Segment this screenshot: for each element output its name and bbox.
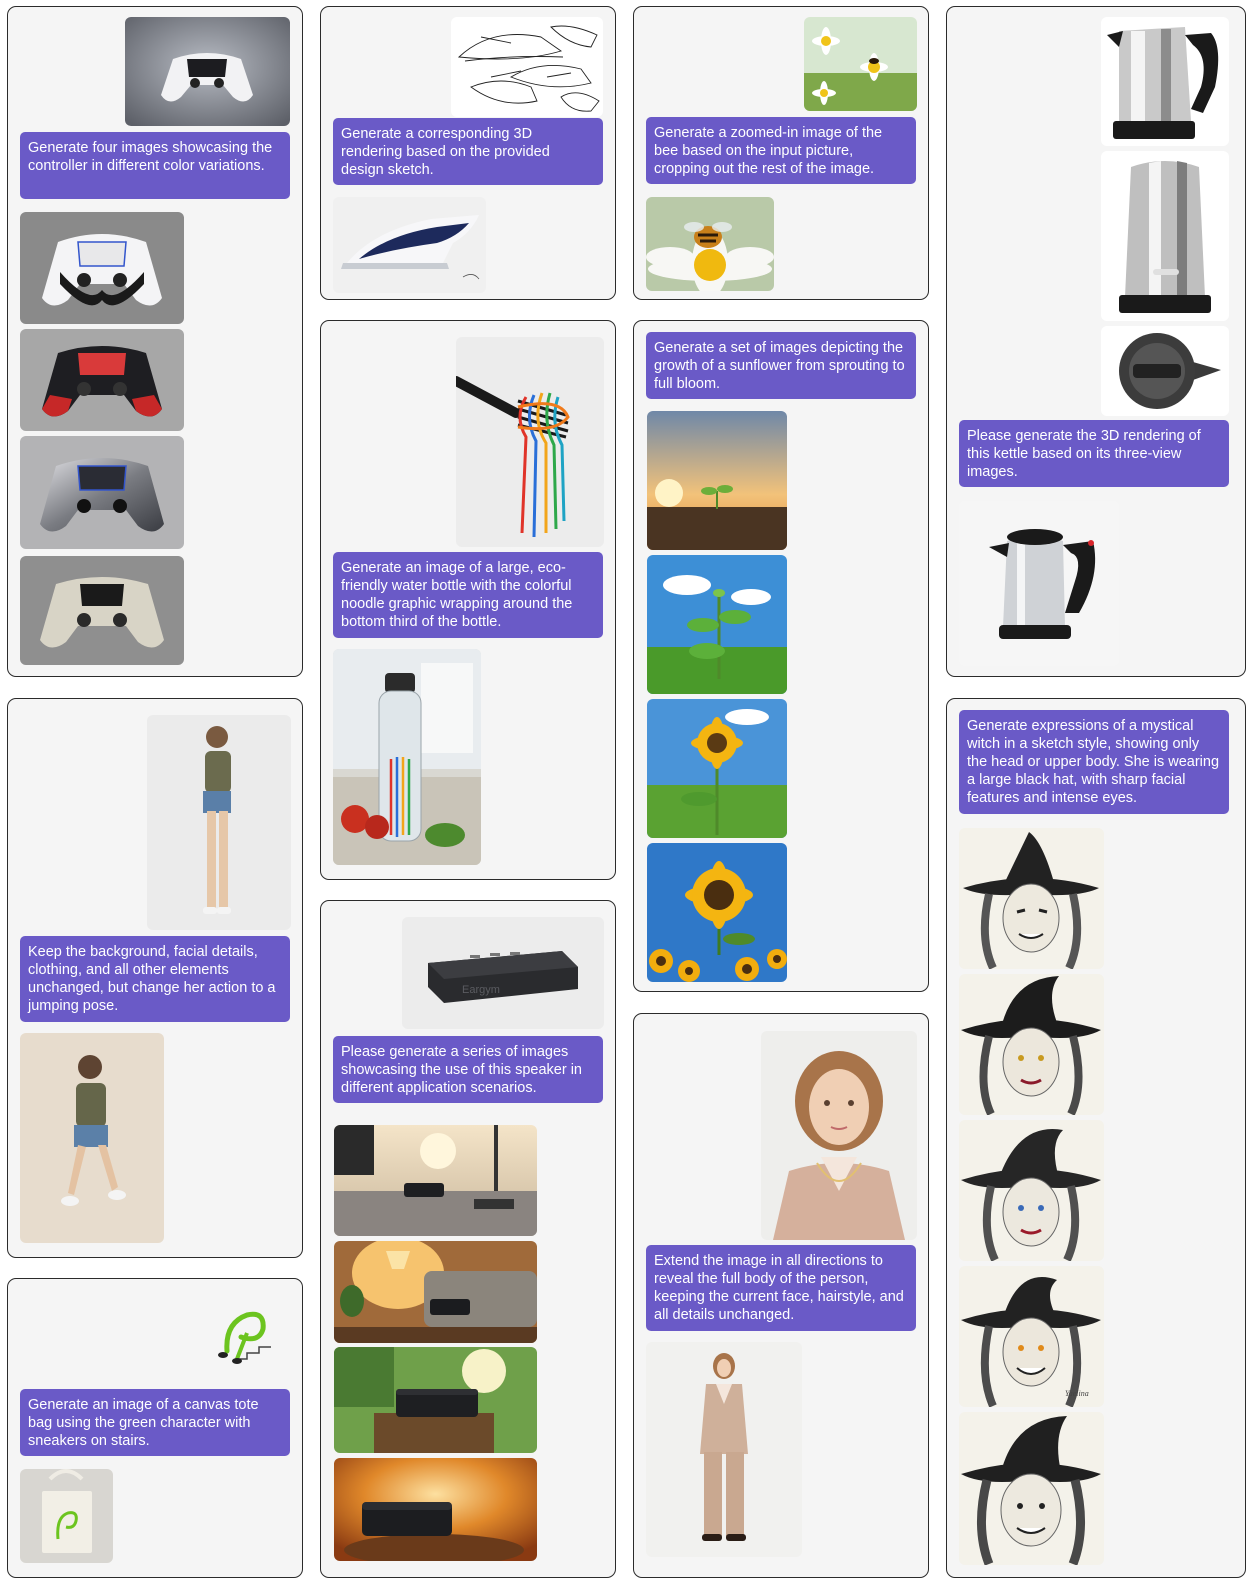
input-image-portrait [761,1031,917,1240]
example-card-tote: Generate an image of a canvas tote bag u… [7,1278,303,1578]
example-card-bee: Generate a zoomed-in image of the bee ba… [633,6,929,300]
prompt-bubble: Generate a set of images depicting the g… [646,332,916,399]
output-image-kettle-render [959,501,1119,666]
output-image-sunflower-sprout [647,411,787,550]
example-card-witch: Generate expressions of a mystical witch… [946,698,1246,1578]
output-image-water-bottle [333,649,481,865]
prompt-bubble: Please generate a series of images showc… [333,1036,603,1103]
output-image-witch-4: Yaelina [959,1266,1104,1407]
output-image-woman-jumping [20,1033,164,1243]
prompt-bubble: Generate expressions of a mystical witch… [959,710,1229,814]
output-image-tote-bag [20,1469,113,1563]
output-image-bee-closeup [646,197,774,291]
example-card-iron: Generate a corresponding 3D rendering ba… [320,6,616,300]
prompt-bubble: Keep the background, facial details, clo… [20,936,290,1022]
input-image-iron-sketch [451,17,603,117]
prompt-bubble: Generate an image of a canvas tote bag u… [20,1389,290,1456]
output-image-sunflower-first-bloom [647,699,787,838]
input-image-kettle-top-view [1101,326,1229,416]
output-image-speaker-living-room [334,1241,537,1343]
prompt-bubble: Generate an image of a large, eco-friend… [333,552,603,638]
output-image-full-body [646,1342,802,1557]
example-card-extend: Extend the image in all directions to re… [633,1013,929,1578]
output-image-iron-render [333,197,486,293]
output-image-speaker-outdoor [334,1347,537,1453]
input-image-speaker: Eargym [402,917,604,1029]
example-card-controller: Generate four images showcasing the cont… [7,6,303,677]
example-card-kettle: Please generate the 3D rendering of this… [946,6,1246,677]
prompt-bubble: Generate four images showcasing the cont… [20,132,290,199]
prompt-bubble: Generate a zoomed-in image of the bee ba… [646,117,916,184]
speaker-brand-logo: Eargym [462,984,500,996]
input-image-woman-standing [147,715,291,930]
output-image-controller-red [20,329,184,431]
output-image-speaker-office [334,1125,537,1236]
input-image-controller [125,17,290,126]
output-image-witch-1 [959,828,1104,969]
input-image-kettle-side-view [1101,151,1229,321]
output-image-sunflower-young-plant [647,555,787,694]
input-image-kettle-front-view [1101,17,1229,146]
output-image-speaker-autumn [334,1458,537,1561]
prompt-bubble: Extend the image in all directions to re… [646,1245,916,1331]
prompt-bubble: Generate a corresponding 3D rendering ba… [333,118,603,185]
output-image-witch-5 [959,1412,1104,1565]
witch-signature: Yaelina [1065,1389,1089,1398]
input-image-noodle-fork [456,337,604,547]
output-image-controller-white [20,212,184,324]
example-card-speaker: Eargym Please generate a series of image… [320,900,616,1578]
input-image-green-character [207,1303,281,1369]
prompt-bubble: Please generate the 3D rendering of this… [959,420,1229,487]
output-image-sunflower-full-bloom [647,843,787,982]
example-card-jump: Keep the background, facial details, clo… [7,698,303,1258]
output-image-witch-3 [959,1120,1104,1261]
output-image-witch-2 [959,974,1104,1115]
example-card-sunflower: Generate a set of images depicting the g… [633,320,929,992]
output-image-controller-chrome [20,436,184,549]
input-image-daisy-field [804,17,917,111]
output-image-controller-beige [20,556,184,665]
example-card-bottle: Generate an image of a large, eco-friend… [320,320,616,880]
